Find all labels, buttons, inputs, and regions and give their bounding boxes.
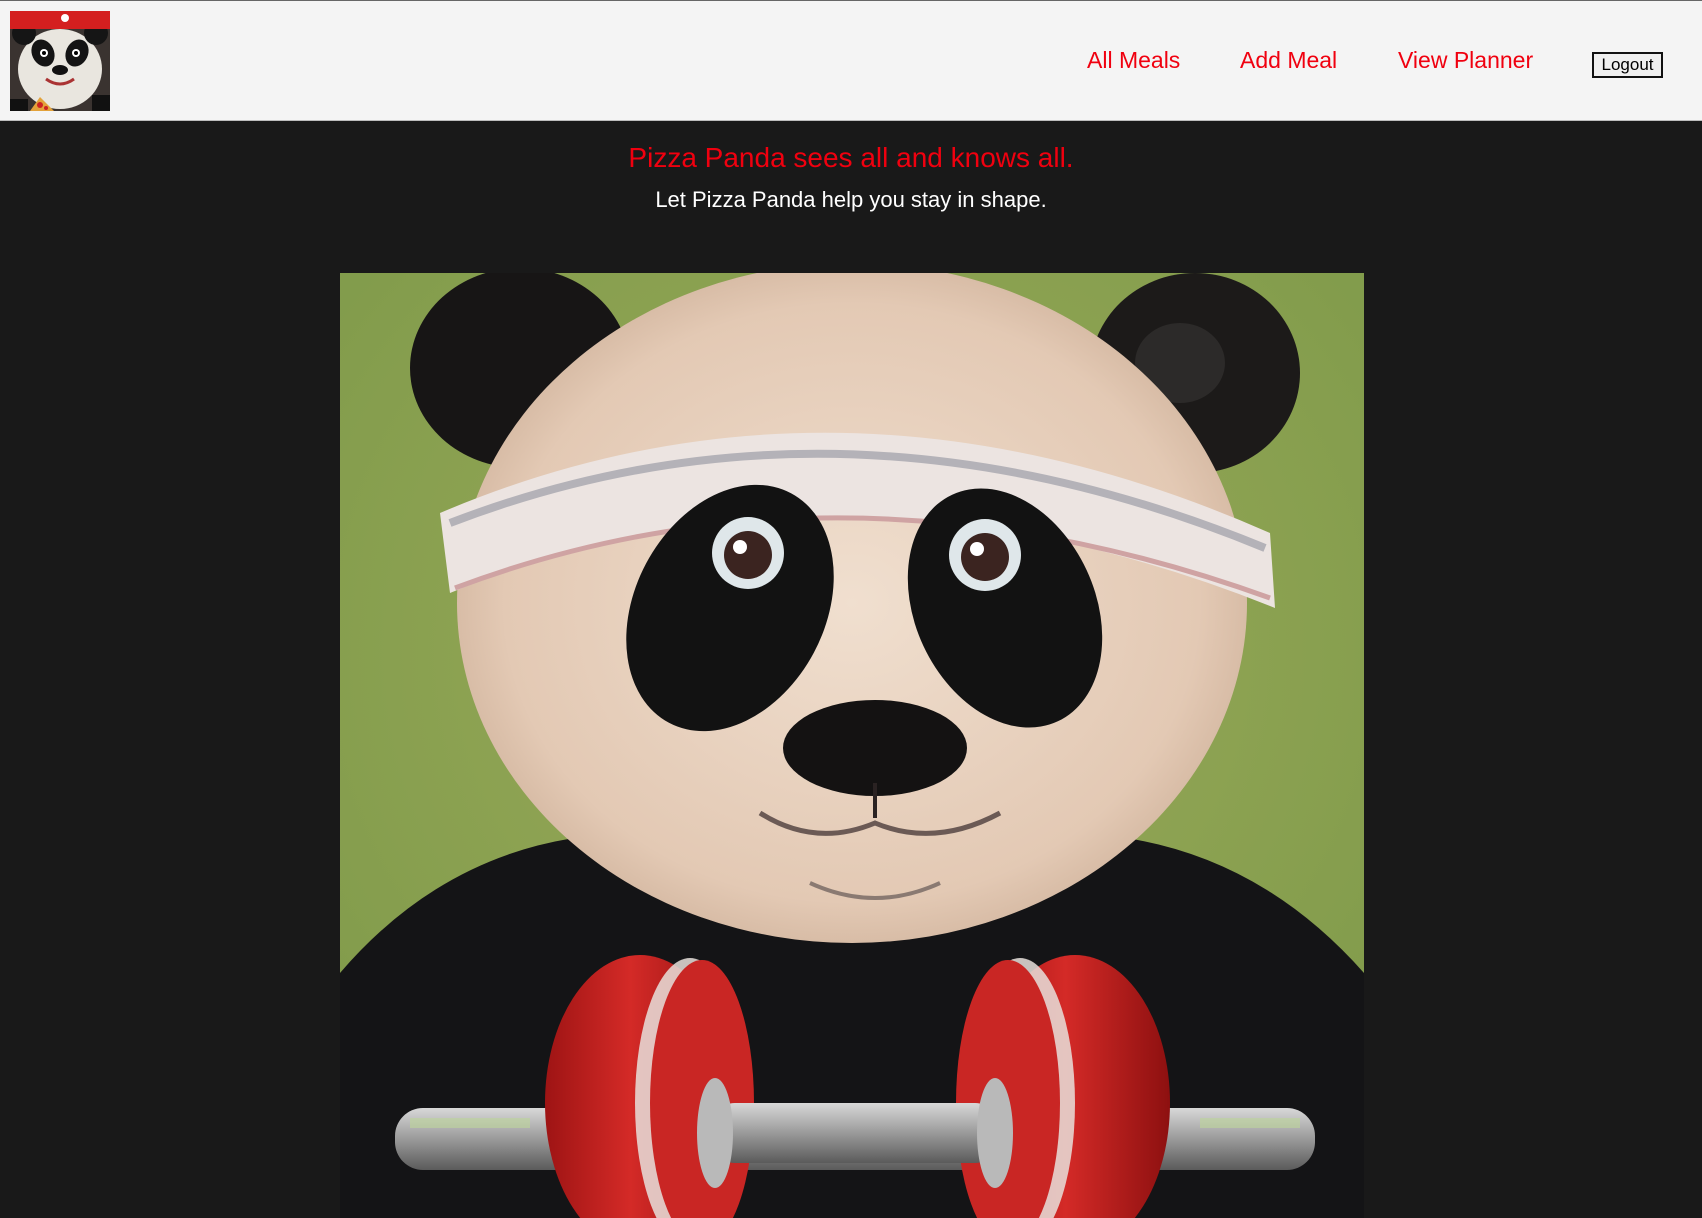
fitness-panda-painting [340,273,1364,1218]
navbar: All Meals Add Meal View Planner Logout [0,1,1702,121]
hero-subtitle: Let Pizza Panda help you stay in shape. [655,187,1047,212]
nav-link-view-planner[interactable]: View Planner [1398,47,1533,74]
panda-logo-icon [10,11,110,111]
logo[interactable] [10,11,110,111]
nav-link-all-meals[interactable]: All Meals [1087,47,1180,74]
nav-link-add-meal[interactable]: Add Meal [1240,47,1337,74]
logout-button[interactable]: Logout [1592,52,1663,78]
hero-image [340,273,1364,1218]
hero-title: Pizza Panda sees all and knows all. [628,142,1074,173]
app-window: All Meals Add Meal View Planner Logout P… [0,0,1702,1218]
